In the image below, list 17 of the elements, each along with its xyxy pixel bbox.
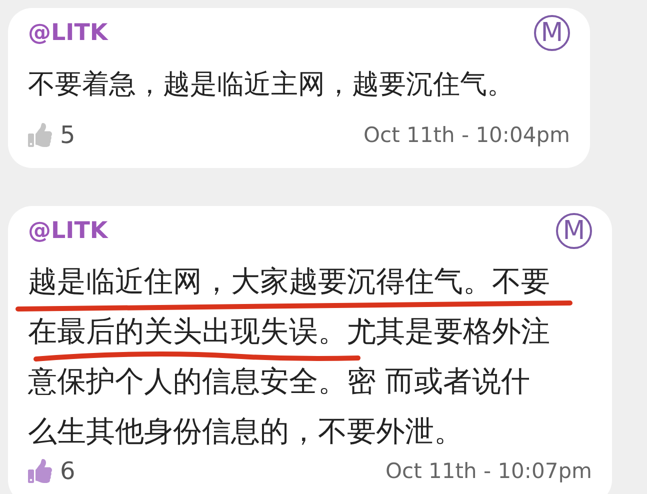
timestamp: Oct 11th - 10:04pm [364,124,570,146]
thumbs-up-icon [28,123,52,147]
timestamp: Oct 11th - 10:07pm [386,460,592,482]
comment-text: 么生其他身份信息的，不要外泄。 [28,413,464,449]
like-count: 6 [60,459,76,483]
like-button[interactable] [28,123,52,147]
comment-text: 在最后的关头出现失误。尤其是要格外注 [28,313,551,349]
moderator-badge: M [556,213,592,249]
like-button[interactable] [28,459,52,483]
comment-text: 意保护个人的信息安全。密 而或者说什 [28,363,532,399]
thumbs-up-icon [28,459,52,483]
comment-text: 不要着急，越是临近主网，越要沉住气。 [28,68,515,102]
author-name[interactable]: @LITK [28,22,108,44]
moderator-badge: M [534,15,570,51]
comment-text: 越是临近住网，大家越要沉得住气。不要 [28,263,551,299]
author-name[interactable]: @LITK [28,220,108,242]
like-count: 5 [60,123,76,147]
